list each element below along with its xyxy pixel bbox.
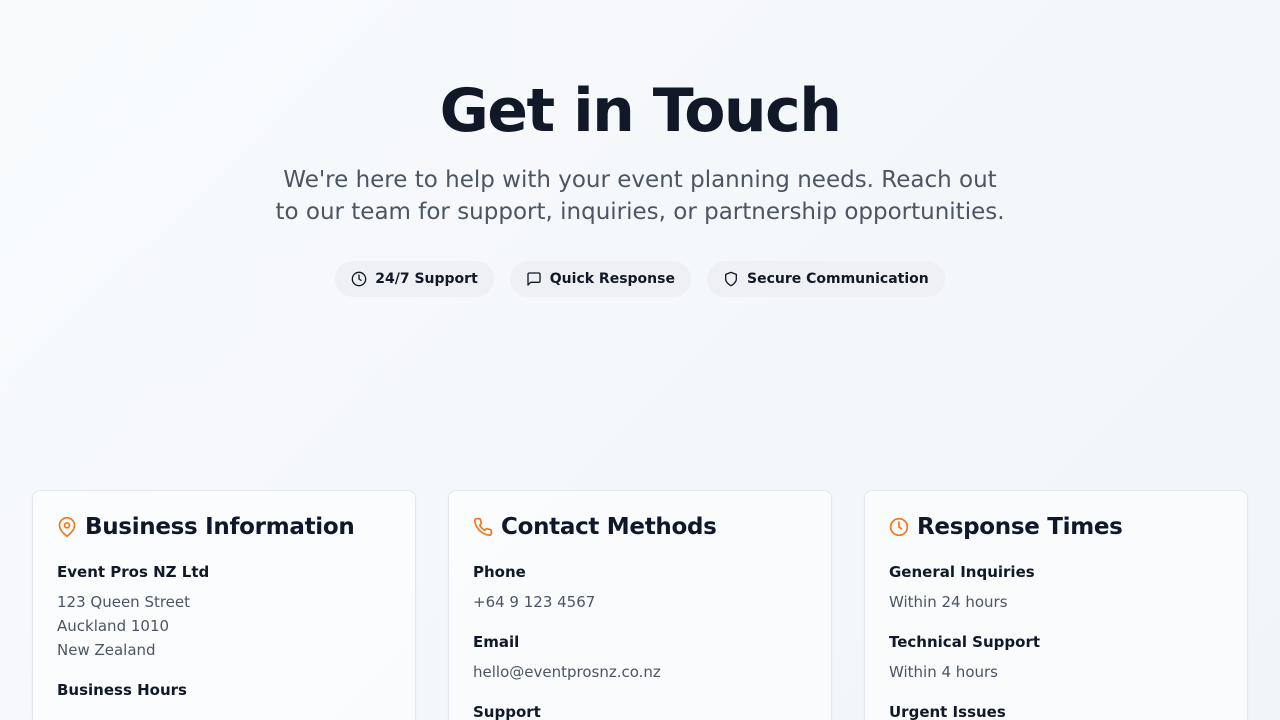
card-title: Business Information xyxy=(85,514,355,540)
map-pin-icon xyxy=(58,517,76,537)
urgent-issues-label: Urgent Issues xyxy=(889,703,1006,720)
company-block: Event Pros NZ Ltd 123 Queen Street Auckl… xyxy=(57,562,391,662)
email-label: Email xyxy=(473,633,520,651)
phone-icon xyxy=(473,517,493,537)
contact-page: Get in Touch We're here to help with you… xyxy=(0,0,1280,720)
general-inquiries-label: General Inquiries xyxy=(889,563,1035,581)
technical-block: Technical Support Within 4 hours xyxy=(889,632,1223,684)
address-line: Auckland 1010 xyxy=(57,617,170,635)
phone-link[interactable]: +64 9 123 4567 xyxy=(473,590,807,614)
badge-label: Quick Response xyxy=(549,271,675,287)
clock-icon xyxy=(351,271,367,287)
badge-label: Secure Communication xyxy=(746,271,929,287)
response-times-card: Response Times General Inquiries Within … xyxy=(864,490,1248,720)
address-line: 123 Queen Street xyxy=(57,593,191,611)
clock-icon xyxy=(889,517,909,537)
email-link[interactable]: hello@eventprosnz.co.nz xyxy=(473,660,807,684)
urgent-block: Urgent Issues xyxy=(889,702,1223,720)
card-title: Contact Methods xyxy=(501,514,717,540)
technical-support-value: Within 4 hours xyxy=(889,663,998,681)
phone-block: Phone +64 9 123 4567 xyxy=(473,562,807,614)
message-square-icon xyxy=(527,272,541,286)
info-cards: Business Information Event Pros NZ Ltd 1… xyxy=(32,490,1248,720)
badge-label: 24/7 Support xyxy=(375,271,478,287)
card-header: Contact Methods xyxy=(473,513,807,541)
hours-block: Business Hours xyxy=(57,680,391,700)
technical-support-label: Technical Support xyxy=(889,633,1041,651)
support-block: Support xyxy=(473,702,807,720)
business-hours-label: Business Hours xyxy=(57,681,187,699)
page-subtitle: We're here to help with your event plann… xyxy=(275,167,1005,225)
email-block: Email hello@eventprosnz.co.nz xyxy=(473,632,807,684)
address: 123 Queen Street Auckland 1010 New Zeala… xyxy=(57,590,391,662)
company-name: Event Pros NZ Ltd xyxy=(57,563,210,581)
business-info-card: Business Information Event Pros NZ Ltd 1… xyxy=(32,490,416,720)
shield-icon xyxy=(724,271,737,287)
phone-label: Phone xyxy=(473,563,526,581)
feature-badges: 24/7 Support Quick Response Secure Commu… xyxy=(0,261,1280,297)
contact-methods-card: Contact Methods Phone +64 9 123 4567 Ema… xyxy=(448,490,832,720)
badge-support: 24/7 Support xyxy=(335,261,494,297)
general-inquiries-value: Within 24 hours xyxy=(889,593,1008,611)
support-label: Support xyxy=(473,703,541,720)
card-header: Response Times xyxy=(889,513,1223,541)
card-header: Business Information xyxy=(57,513,391,541)
card-title: Response Times xyxy=(917,514,1123,540)
page-title: Get in Touch xyxy=(439,76,842,146)
badge-secure: Secure Communication xyxy=(706,261,945,297)
badge-quick-response: Quick Response xyxy=(509,261,691,297)
address-line: New Zealand xyxy=(57,641,156,659)
general-block: General Inquiries Within 24 hours xyxy=(889,562,1223,614)
